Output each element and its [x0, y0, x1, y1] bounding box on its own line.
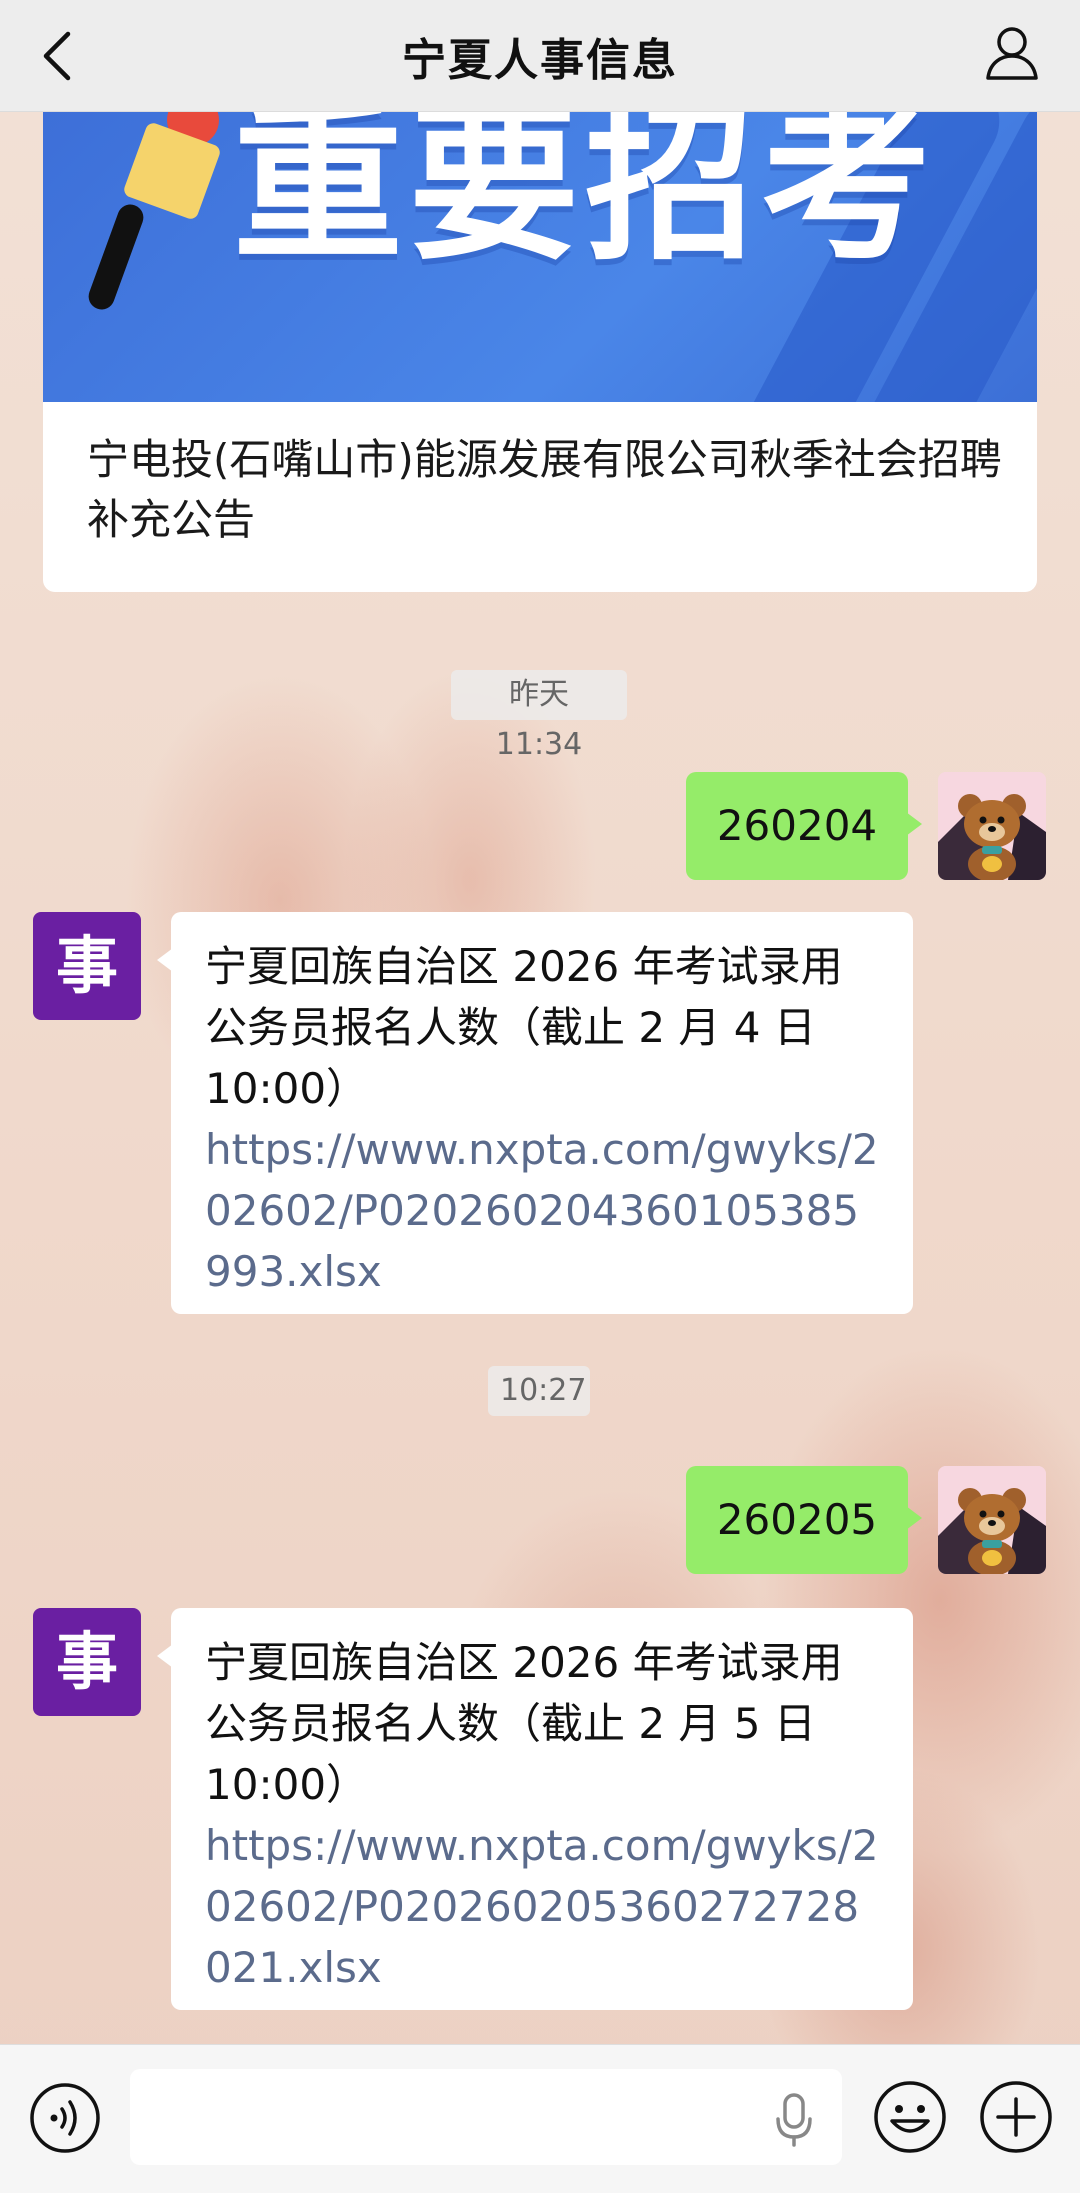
message-text: 宁夏回族自治区 2026 年考试录用公务员报名人数（截止 2 月 4 日 10:…: [205, 942, 843, 1113]
sent-message[interactable]: 260205: [686, 1466, 922, 1574]
top-bar: 宁夏人事信息: [0, 0, 1080, 112]
message-text: 宁夏回族自治区 2026 年考试录用公务员报名人数（截止 2 月 5 日 10:…: [205, 1638, 843, 1809]
official-account-avatar[interactable]: 事: [33, 1608, 141, 1716]
emoji-icon[interactable]: [872, 2079, 948, 2155]
microphone-graphic: [88, 112, 220, 310]
plus-icon[interactable]: [978, 2079, 1054, 2155]
timestamp: 10:27: [488, 1366, 590, 1416]
voice-mode-icon[interactable]: [28, 2081, 102, 2155]
microphone-icon[interactable]: [774, 2093, 814, 2147]
timestamp: 昨天 11:34: [451, 670, 627, 762]
message-link[interactable]: https://www.nxpta.com/gwyks/202602/P0202…: [205, 1815, 883, 1998]
article-banner: 重要招考: [43, 112, 1037, 402]
user-avatar[interactable]: [938, 772, 1046, 880]
user-avatar[interactable]: [938, 1466, 1046, 1574]
sent-message[interactable]: 260204: [686, 772, 922, 880]
received-message[interactable]: 宁夏回族自治区 2026 年考试录用公务员报名人数（截止 2 月 4 日 10:…: [157, 912, 913, 1314]
bear-avatar-icon: [938, 1466, 1046, 1574]
article-title: 宁电投(石嘴山市)能源发展有限公司秋季社会招聘补充公告: [87, 435, 1002, 544]
chevron-left-icon[interactable]: [38, 28, 78, 84]
banner-headline: 重要招考: [233, 112, 938, 284]
input-bar: [0, 2044, 1080, 2193]
person-icon[interactable]: [982, 22, 1042, 82]
official-account-avatar[interactable]: 事: [33, 912, 141, 1020]
received-message[interactable]: 宁夏回族自治区 2026 年考试录用公务员报名人数（截止 2 月 5 日 10:…: [157, 1608, 913, 2010]
article-card[interactable]: 重要招考 宁电投(石嘴山市)能源发展有限公司秋季社会招聘补充公告: [43, 112, 1037, 592]
message-input[interactable]: [130, 2069, 842, 2165]
message-link[interactable]: https://www.nxpta.com/gwyks/202602/P0202…: [205, 1119, 883, 1302]
bear-avatar-icon: [938, 772, 1046, 880]
chat-title: 宁夏人事信息: [402, 34, 678, 86]
